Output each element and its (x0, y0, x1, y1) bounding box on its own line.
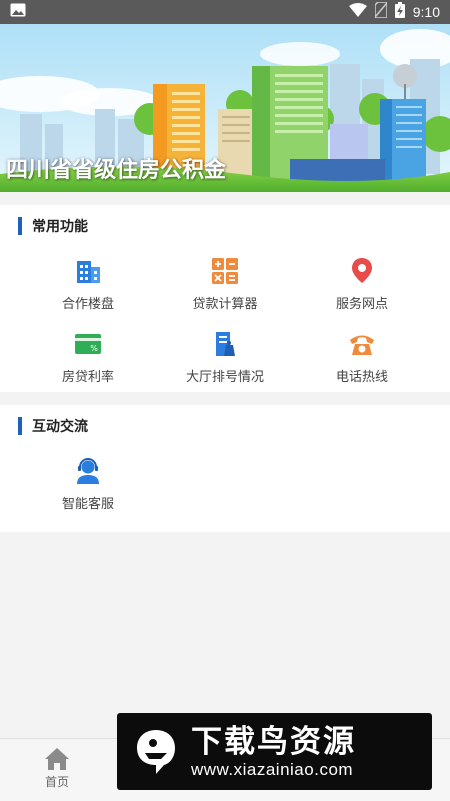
section-title: 互动交流 (32, 419, 88, 435)
grid-item-hall-queue-status[interactable]: 大厅排号情况 (150, 330, 300, 385)
wifi-icon (348, 3, 367, 21)
nav-tab-label: 首页 (44, 775, 69, 789)
rate-card-icon: % (75, 334, 101, 354)
calculator-icon (212, 258, 238, 284)
section-header: 互动交流 (18, 416, 88, 436)
bird-logo-icon (137, 729, 175, 774)
nav-tab-home[interactable]: 首页 (32, 747, 82, 790)
grid-item-loan-calculator[interactable]: 贷款计算器 (150, 257, 300, 312)
grid-item-label: 合作楼盘 (61, 297, 114, 312)
home-icon (45, 748, 69, 770)
banner[interactable]: 四川省省级住房公积金 (0, 24, 450, 192)
image-icon (10, 3, 26, 21)
banner-title: 四川省省级住房公积金 (6, 158, 227, 183)
phone-icon (350, 335, 374, 355)
watermark-brand-text: 下载鸟资源 (191, 723, 356, 760)
grid-item-label: 服务网点 (335, 297, 388, 312)
grid-item-label: 电话热线 (335, 370, 388, 385)
grid-item-service-outlets[interactable]: 服务网点 (287, 257, 437, 312)
section-title: 常用功能 (32, 219, 88, 235)
section-accent-bar (18, 217, 22, 235)
grid-item-partner-properties[interactable]: 合作楼盘 (13, 257, 163, 312)
grid-item-label: 贷款计算器 (192, 297, 258, 312)
no-sim-icon (374, 1, 388, 22)
grid-item-label: 大厅排号情况 (185, 370, 264, 385)
customer-service-icon (77, 458, 99, 484)
grid-item-phone-hotline[interactable]: 电话热线 (287, 330, 437, 385)
section-accent-bar (18, 417, 22, 435)
watermark-overlay: 下载鸟资源 www.xiazainiao.com (117, 713, 432, 790)
grid-item-label: 房贷利率 (61, 370, 114, 385)
watermark-url: www.xiazainiao.com (191, 759, 354, 779)
building-icon (77, 261, 100, 283)
queue-ticket-icon (216, 332, 235, 356)
clock-time: 9:10 (412, 4, 440, 20)
battery-charging-icon (394, 2, 405, 22)
grid-item-label: 智能客服 (61, 497, 114, 512)
section-header: 常用功能 (18, 216, 88, 236)
grid-item-smart-customer-service[interactable]: 智能客服 (13, 457, 163, 512)
status-bar: 9:10 (0, 0, 450, 24)
svg-text:%: % (90, 344, 98, 353)
location-pin-icon (352, 258, 372, 283)
section-interaction: 互动交流 智能客服 (0, 405, 450, 532)
grid-item-mortgage-rate[interactable]: % 房贷利率 (13, 330, 163, 385)
section-common-functions: 常用功能 合作楼盘 贷款计算器 服务网点 % 房贷利率 大厅排号情况 电话热线 (0, 205, 450, 392)
